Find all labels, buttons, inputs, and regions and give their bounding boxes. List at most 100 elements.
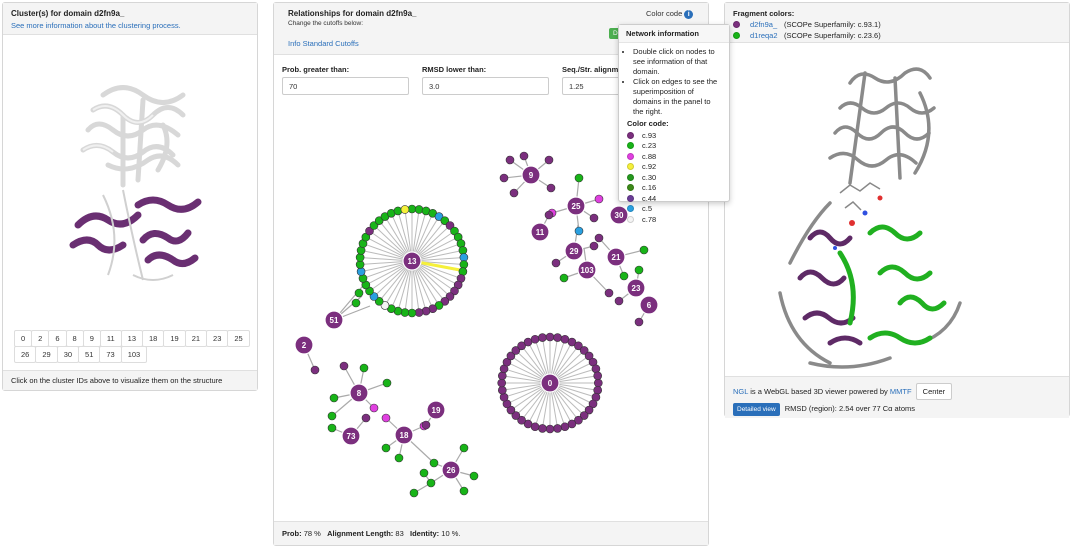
network-node[interactable] (497, 385, 507, 395)
network-node[interactable] (593, 378, 603, 388)
network-node[interactable] (589, 213, 599, 223)
network-node[interactable] (593, 385, 603, 395)
network-node[interactable] (553, 424, 562, 433)
cluster-button-2[interactable]: 2 (31, 330, 50, 347)
fragment-link[interactable]: d2fn9a_ (750, 20, 784, 29)
network-node[interactable] (538, 333, 547, 342)
network-node[interactable] (497, 371, 507, 381)
network-node[interactable] (359, 363, 369, 373)
cluster-button-11[interactable]: 11 (99, 330, 122, 347)
network-node[interactable] (407, 204, 417, 214)
network-node[interactable] (553, 333, 562, 342)
cluster-button-26[interactable]: 26 (14, 346, 37, 363)
standard-cutoffs-link[interactable]: Info Standard Cutoffs (288, 39, 359, 48)
network-node[interactable] (426, 478, 436, 488)
network-node[interactable] (400, 205, 410, 214)
network-node[interactable] (499, 173, 509, 183)
network-node[interactable] (339, 361, 349, 371)
network-node[interactable] (589, 241, 599, 251)
network-node[interactable] (400, 308, 410, 317)
network-node[interactable] (356, 267, 366, 276)
network-node[interactable] (574, 226, 584, 236)
cluster-button-21[interactable]: 21 (184, 330, 208, 347)
network-node[interactable] (459, 486, 469, 496)
cluster-button-19[interactable]: 19 (163, 330, 186, 347)
network-node[interactable] (310, 365, 320, 375)
detailed-view-button[interactable]: Detailed view (733, 403, 780, 416)
network-node[interactable] (639, 245, 649, 255)
cluster-button-0[interactable]: 0 (14, 330, 33, 347)
network-node[interactable] (421, 306, 431, 316)
network-node[interactable] (546, 183, 556, 193)
network-node[interactable] (419, 468, 429, 478)
network-node[interactable] (327, 423, 337, 433)
mmtf-link[interactable]: MMTF (890, 387, 912, 396)
rmsd-cutoff-input[interactable]: 3.0 (422, 77, 549, 95)
cluster-button-25[interactable]: 25 (227, 330, 250, 347)
network-node[interactable] (458, 246, 468, 255)
network-node[interactable] (354, 288, 364, 298)
network-node[interactable] (414, 308, 424, 317)
cluster-button-103[interactable]: 103 (120, 346, 148, 363)
center-button[interactable]: Center (915, 383, 953, 400)
network-node[interactable] (544, 155, 554, 165)
cluster-button-18[interactable]: 18 (142, 330, 165, 347)
cluster-button-8[interactable]: 8 (65, 330, 84, 347)
network-node[interactable] (429, 458, 439, 468)
network-node[interactable] (369, 403, 379, 413)
cluster-button-30[interactable]: 30 (56, 346, 80, 363)
fragment-link[interactable]: d1reqa2 (750, 31, 784, 40)
network-node[interactable] (421, 420, 431, 430)
cluster-button-13[interactable]: 13 (120, 330, 143, 347)
prob-cutoff-input[interactable]: 70 (282, 77, 409, 95)
network-node[interactable] (381, 413, 391, 423)
network-node[interactable] (594, 194, 604, 204)
cluster-button-23[interactable]: 23 (206, 330, 229, 347)
network-node[interactable] (509, 188, 519, 198)
network-node[interactable] (505, 155, 515, 165)
network-node[interactable] (560, 422, 570, 432)
network-node[interactable] (634, 265, 644, 275)
network-node[interactable] (329, 393, 339, 403)
network-node[interactable] (614, 296, 624, 306)
superimposition-viewer[interactable] (770, 63, 970, 373)
network-node[interactable] (619, 271, 629, 281)
network-node[interactable] (604, 288, 614, 298)
cluster-button-6[interactable]: 6 (48, 330, 67, 347)
network-node[interactable] (593, 371, 603, 381)
color-code-toggle[interactable]: Color code i (646, 9, 694, 19)
network-node[interactable] (538, 424, 547, 433)
network-node[interactable] (407, 308, 417, 318)
network-node[interactable] (544, 210, 554, 220)
network-node[interactable] (361, 413, 371, 423)
network-node[interactable] (497, 378, 506, 388)
network-node[interactable] (519, 151, 529, 161)
network-node[interactable] (574, 173, 584, 183)
network-node[interactable] (545, 424, 555, 434)
network-node[interactable] (351, 298, 361, 308)
network-node[interactable] (393, 206, 403, 216)
cluster-button-73[interactable]: 73 (99, 346, 122, 363)
network-node[interactable] (469, 471, 479, 481)
ngl-link[interactable]: NGL (733, 387, 748, 396)
info-icon[interactable]: i (684, 9, 694, 19)
network-node[interactable] (459, 260, 469, 269)
network-node[interactable] (499, 392, 509, 402)
network-node[interactable] (594, 233, 604, 243)
network-node[interactable] (382, 378, 392, 388)
cluster-button-9[interactable]: 9 (82, 330, 101, 347)
network-node[interactable] (381, 443, 391, 453)
network-node[interactable] (591, 364, 601, 374)
network-node[interactable] (414, 205, 424, 214)
network-node[interactable] (559, 273, 569, 283)
network-node[interactable] (551, 258, 561, 268)
network-node[interactable] (327, 411, 337, 421)
network-node[interactable] (394, 453, 404, 463)
network-node[interactable] (634, 317, 644, 327)
network-node[interactable] (530, 334, 540, 344)
cluster-button-29[interactable]: 29 (35, 346, 58, 363)
network-node[interactable] (545, 332, 555, 342)
cluster-button-51[interactable]: 51 (78, 346, 101, 363)
network-node[interactable] (355, 253, 365, 262)
clustering-info-link[interactable]: See more information about the clusterin… (11, 21, 249, 30)
